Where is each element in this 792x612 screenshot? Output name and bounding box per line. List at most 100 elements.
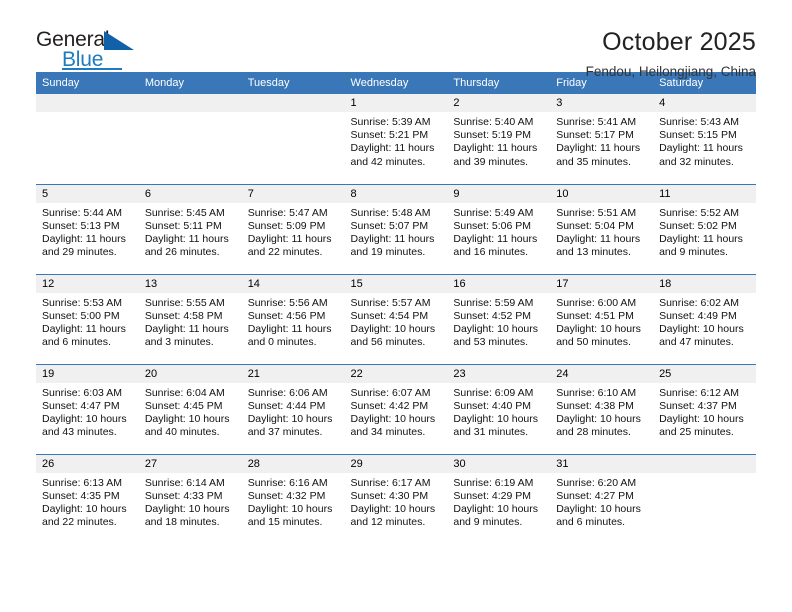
calendar-day-cell[interactable]: 2 Sunrise: 5:40 AM Sunset: 5:19 PM Daylight… [447, 94, 551, 185]
day-cell-content: 28 Sunrise: 6:16 AM Sunset: 4:32 PM Dayligh… [241, 454, 345, 543]
sunrise-text: Sunrise: 6:20 AM [556, 476, 637, 489]
sunset-text: Sunset: 4:35 PM [42, 489, 120, 502]
day-sun-info: Sunrise: 5:55 AM Sunset: 4:58 PM Daylight:… [139, 293, 242, 350]
calendar-day-cell[interactable]: 27 Sunrise: 6:14 AM Sunset: 4:33 PM Dayligh… [138, 454, 242, 544]
sunrise-text: Sunrise: 6:16 AM [247, 476, 328, 489]
daylight-text: Daylight: 10 hours and 34 minutes. [350, 412, 436, 439]
calendar-day-cell[interactable]: 18 Sunrise: 6:02 AM Sunset: 4:49 PM Dayligh… [653, 274, 756, 365]
calendar-day-cell[interactable]: 6 Sunrise: 5:45 AM Sunset: 5:11 PM Daylight… [138, 184, 242, 275]
sunrise-text: Sunrise: 6:14 AM [144, 476, 225, 489]
calendar-day-cell[interactable]: 30 Sunrise: 6:19 AM Sunset: 4:29 PM Dayligh… [447, 454, 551, 544]
daylight-text: Daylight: 11 hours and 22 minutes. [247, 232, 332, 259]
sunset-text: Sunset: 4:49 PM [659, 309, 737, 322]
calendar-day-cell[interactable]: 15 Sunrise: 5:57 AM Sunset: 4:54 PM Dayligh… [344, 274, 448, 365]
day-cell-content: 5 Sunrise: 5:44 AM Sunset: 5:13 PM Daylight… [36, 184, 139, 273]
daylight-text: Daylight: 10 hours and 28 minutes. [556, 412, 641, 439]
day-cell-content: 7 Sunrise: 5:47 AM Sunset: 5:09 PM Daylight… [241, 184, 345, 273]
sunrise-text: Sunrise: 5:43 AM [659, 116, 740, 128]
sunset-text: Sunset: 4:58 PM [144, 309, 223, 322]
calendar-day-cell[interactable]: 20 Sunrise: 6:04 AM Sunset: 4:45 PM Dayligh… [138, 364, 242, 455]
day-number: 27 [138, 454, 242, 473]
sunrise-text: Sunrise: 6:09 AM [453, 386, 534, 399]
calendar-day-cell[interactable]: 11 Sunrise: 5:52 AM Sunset: 5:02 PM Dayligh… [653, 184, 756, 275]
day-sun-info: Sunrise: 6:14 AM Sunset: 4:33 PM Daylight:… [139, 473, 242, 530]
day-number: 16 [447, 274, 551, 293]
sunset-text: Sunset: 5:17 PM [556, 129, 634, 142]
day-sun-info: Sunrise: 5:44 AM Sunset: 5:13 PM Daylight:… [36, 203, 139, 260]
calendar-day-cell[interactable]: 5 Sunrise: 5:44 AM Sunset: 5:13 PM Daylight… [36, 184, 139, 275]
calendar-day-cell[interactable]: 12 Sunrise: 5:53 AM Sunset: 5:00 PM Dayligh… [36, 274, 139, 365]
sunset-text: Sunset: 5:09 PM [247, 219, 326, 232]
calendar-day-cell[interactable]: 26 Sunrise: 6:13 AM Sunset: 4:35 PM Dayligh… [36, 454, 139, 544]
calendar-day-cell[interactable]: 4 Sunrise: 5:43 AM Sunset: 5:15 PM Daylight… [653, 94, 756, 185]
calendar-day-cell[interactable]: 13 Sunrise: 5:55 AM Sunset: 4:58 PM Dayligh… [138, 274, 242, 365]
page-header: General Blue October 2025 Fendou, Heilon… [0, 0, 792, 79]
sunset-text: Sunset: 5:13 PM [42, 219, 120, 232]
daylight-text: Daylight: 10 hours and 47 minutes. [659, 322, 744, 349]
daylight-text: Daylight: 10 hours and 53 minutes. [453, 322, 539, 349]
daylight-text: Daylight: 10 hours and 31 minutes. [453, 412, 539, 439]
calendar-day-cell[interactable]: 7 Sunrise: 5:47 AM Sunset: 5:09 PM Daylight… [241, 184, 345, 275]
calendar-day-cell[interactable]: 24 Sunrise: 6:10 AM Sunset: 4:38 PM Dayligh… [550, 364, 654, 455]
day-cell-content [36, 94, 139, 182]
day-cell-content: 27 Sunrise: 6:14 AM Sunset: 4:33 PM Dayligh… [138, 454, 242, 543]
day-cell-content: 24 Sunrise: 6:10 AM Sunset: 4:38 PM Dayligh… [550, 364, 654, 453]
calendar-day-cell[interactable]: 25 Sunrise: 6:12 AM Sunset: 4:37 PM Dayligh… [653, 364, 756, 455]
calendar-day-cell[interactable]: 16 Sunrise: 5:59 AM Sunset: 4:52 PM Dayligh… [447, 274, 551, 365]
sunrise-text: Sunrise: 5:44 AM [42, 206, 122, 219]
calendar-day-cell[interactable]: 8 Sunrise: 5:48 AM Sunset: 5:07 PM Daylight… [344, 184, 448, 275]
calendar-day-cell[interactable]: 3 Sunrise: 5:41 AM Sunset: 5:17 PM Daylight… [550, 94, 654, 185]
day-number: 21 [241, 364, 345, 383]
calendar-day-cell[interactable]: 1 Sunrise: 5:39 AM Sunset: 5:21 PM Daylight… [344, 94, 448, 185]
sunrise-text: Sunrise: 5:52 AM [659, 206, 740, 219]
daylight-text: Daylight: 10 hours and 12 minutes. [350, 502, 436, 529]
sunrise-text: Sunrise: 5:53 AM [42, 296, 122, 309]
sunrise-text: Sunrise: 5:39 AM [350, 116, 431, 128]
day-number: 17 [550, 274, 654, 293]
sunset-text: Sunset: 4:54 PM [350, 309, 429, 322]
sunset-text: Sunset: 5:11 PM [144, 219, 222, 232]
day-cell-content: 26 Sunrise: 6:13 AM Sunset: 4:35 PM Dayligh… [36, 454, 139, 543]
calendar-day-cell[interactable]: 19 Sunrise: 6:03 AM Sunset: 4:47 PM Dayligh… [36, 364, 139, 455]
day-number: 3 [550, 94, 654, 112]
calendar-day-cell[interactable]: 21 Sunrise: 6:06 AM Sunset: 4:44 PM Dayligh… [241, 364, 345, 455]
calendar-day-cell[interactable]: 22 Sunrise: 6:07 AM Sunset: 4:42 PM Dayligh… [344, 364, 448, 455]
day-cell-content: 3 Sunrise: 5:41 AM Sunset: 5:17 PM Daylight… [550, 94, 654, 182]
daylight-text: Daylight: 11 hours and 39 minutes. [453, 142, 538, 168]
day-number: 1 [344, 94, 448, 112]
weekday-header-wednesday: Wednesday [344, 72, 448, 94]
calendar-day-cell[interactable]: 17 Sunrise: 6:00 AM Sunset: 4:51 PM Dayligh… [550, 274, 654, 365]
sunrise-text: Sunrise: 5:51 AM [556, 206, 637, 219]
day-cell-content: 18 Sunrise: 6:02 AM Sunset: 4:49 PM Dayligh… [653, 274, 756, 363]
day-sun-info: Sunrise: 6:19 AM Sunset: 4:29 PM Daylight:… [447, 473, 550, 530]
general-blue-logo[interactable]: General Blue [36, 28, 156, 74]
logo-text-blue: Blue [62, 48, 104, 71]
day-sun-info: Sunrise: 6:13 AM Sunset: 4:35 PM Daylight:… [36, 473, 139, 530]
calendar-day-cell[interactable]: 23 Sunrise: 6:09 AM Sunset: 4:40 PM Dayligh… [447, 364, 551, 455]
calendar-week-row: 26 Sunrise: 6:13 AM Sunset: 4:35 PM Dayligh… [36, 454, 756, 544]
day-number [36, 94, 139, 112]
day-cell-content: 14 Sunrise: 5:56 AM Sunset: 4:56 PM Dayligh… [241, 274, 345, 363]
calendar-body: 1 Sunrise: 5:39 AM Sunset: 5:21 PM Daylight… [36, 94, 756, 544]
day-sun-info: Sunrise: 5:49 AM Sunset: 5:06 PM Daylight:… [447, 203, 550, 260]
sunrise-text: Sunrise: 5:59 AM [453, 296, 534, 309]
day-sun-info: Sunrise: 6:04 AM Sunset: 4:45 PM Daylight:… [139, 383, 242, 440]
calendar-day-cell[interactable]: 29 Sunrise: 6:17 AM Sunset: 4:30 PM Dayligh… [344, 454, 448, 544]
calendar-day-cell[interactable]: 31 Sunrise: 6:20 AM Sunset: 4:27 PM Dayligh… [550, 454, 654, 544]
day-number: 23 [447, 364, 551, 383]
weekday-header-sunday: Sunday [36, 72, 139, 94]
sunrise-text: Sunrise: 5:45 AM [144, 206, 225, 219]
day-sun-info: Sunrise: 5:52 AM Sunset: 5:02 PM Daylight:… [653, 203, 756, 260]
calendar-day-cell[interactable]: 28 Sunrise: 6:16 AM Sunset: 4:32 PM Dayligh… [241, 454, 345, 544]
daylight-text: Daylight: 11 hours and 29 minutes. [42, 232, 126, 259]
calendar-day-cell[interactable]: 10 Sunrise: 5:51 AM Sunset: 5:04 PM Dayligh… [550, 184, 654, 275]
day-sun-info: Sunrise: 5:57 AM Sunset: 4:54 PM Daylight:… [345, 293, 448, 350]
calendar-day-cell[interactable]: 9 Sunrise: 5:49 AM Sunset: 5:06 PM Daylight… [447, 184, 551, 275]
day-number: 28 [241, 454, 345, 473]
day-number: 24 [550, 364, 654, 383]
sunrise-text: Sunrise: 6:03 AM [42, 386, 122, 399]
sunrise-text: Sunrise: 5:41 AM [556, 116, 637, 128]
sunset-text: Sunset: 4:44 PM [247, 399, 326, 412]
calendar-day-cell[interactable]: 14 Sunrise: 5:56 AM Sunset: 4:56 PM Dayligh… [241, 274, 345, 365]
calendar-day-cell-empty [36, 94, 139, 185]
